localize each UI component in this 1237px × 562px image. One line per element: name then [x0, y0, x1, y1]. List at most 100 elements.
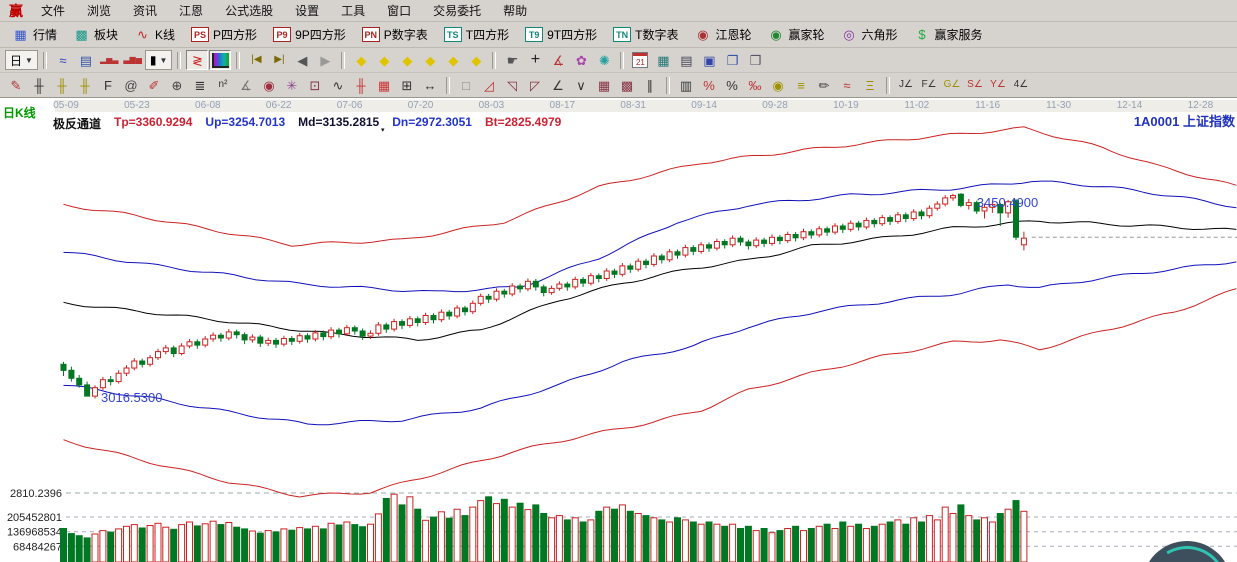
t-number-table-button[interactable]: TNT数字表: [605, 24, 686, 46]
spiral-tool-icon[interactable]: @: [120, 75, 142, 95]
gold-ruler-tool-icon[interactable]: ╫: [51, 75, 73, 95]
calculator-icon[interactable]: ▦: [652, 50, 674, 70]
gold-circle-tool-icon[interactable]: ◉: [767, 75, 789, 95]
box-fan-tool-icon[interactable]: ◹: [501, 75, 523, 95]
width-tool-icon[interactable]: ↔: [419, 75, 441, 95]
starburst-tool-icon[interactable]: ✳: [281, 75, 303, 95]
p9-square-button[interactable]: P99P四方形: [265, 24, 354, 46]
zoom-in-icon[interactable]: ◆: [465, 50, 487, 70]
p-number-table-button[interactable]: PNP数字表: [354, 24, 436, 46]
channel-line-tp: [64, 127, 1237, 246]
print-icon[interactable]: ❒: [744, 50, 766, 70]
windows-icon[interactable]: ❐: [721, 50, 743, 70]
period-select[interactable]: 日▼: [5, 50, 38, 70]
next-bar-icon[interactable]: ▶: [314, 50, 336, 70]
four-angle-tool-icon[interactable]: 4∠: [1010, 75, 1032, 95]
j-angle-tool-icon[interactable]: J∠: [895, 75, 917, 95]
ruler-tool-icon[interactable]: ╫: [28, 75, 50, 95]
expand-h-icon[interactable]: ◆: [396, 50, 418, 70]
menu-item-3[interactable]: 江恩: [168, 2, 214, 19]
f-ruler-tool-icon[interactable]: F: [97, 75, 119, 95]
grid2-tool-icon[interactable]: ▩: [616, 75, 638, 95]
rays-tool-icon[interactable]: ∠: [547, 75, 569, 95]
t-square-button[interactable]: TST四方形: [436, 24, 517, 46]
ying-angle-tool-icon[interactable]: Y∠: [987, 75, 1009, 95]
menu-item-0[interactable]: 文件: [30, 2, 76, 19]
ruler-123-tool-icon[interactable]: ⊞: [396, 75, 418, 95]
kline-chart[interactable]: 2810.2396205452801136968534684842673450.…: [0, 112, 1237, 562]
shen-angle-tool-icon[interactable]: S∠: [964, 75, 986, 95]
n-square-tool-icon[interactable]: n²: [212, 75, 234, 95]
hexagon-button[interactable]: ◎六角形: [833, 24, 906, 46]
gold-ruler2-tool-icon[interactable]: ╫: [74, 75, 96, 95]
grid-tool-icon[interactable]: ▦: [593, 75, 615, 95]
blocks-icon: ▩: [73, 27, 90, 43]
menu-item-9[interactable]: 帮助: [492, 2, 538, 19]
scale-ruler-tool-icon[interactable]: ▥: [675, 75, 697, 95]
box-rays-tool-icon[interactable]: ◸: [524, 75, 546, 95]
gold-angle-tool-icon[interactable]: G∠: [941, 75, 963, 95]
parallel-tool-icon[interactable]: ∥: [639, 75, 661, 95]
pan-left-icon[interactable]: ◆: [350, 50, 372, 70]
target-tool-icon[interactable]: ◉: [258, 75, 280, 95]
menu-item-1[interactable]: 浏览: [76, 2, 122, 19]
toolbar-draw: ✎╫╫╫F@✐⊕≣n²∡◉✳⊡∿╫▦⊞↔□◿◹◸∠∨▦▩∥▥%%‰◉≡✏≈ΞJ∠…: [0, 73, 1237, 98]
angle-a-tool-icon[interactable]: ∡: [235, 75, 257, 95]
percent-line-tool-icon[interactable]: %: [698, 75, 720, 95]
marker-tool-icon[interactable]: ✐: [143, 75, 165, 95]
menu-item-7[interactable]: 窗口: [376, 2, 422, 19]
last-bar-icon[interactable]: ▶|: [268, 50, 290, 70]
hand-tool-icon[interactable]: ☛: [501, 50, 523, 70]
calendar-icon[interactable]: 21: [629, 50, 651, 70]
p-square-button[interactable]: PSP四方形: [183, 24, 265, 46]
pencil-tool-icon[interactable]: ✏: [813, 75, 835, 95]
knot-tool-icon[interactable]: ✿: [570, 50, 592, 70]
percent-tool-icon[interactable]: %: [721, 75, 743, 95]
compress-h-icon[interactable]: ◆: [419, 50, 441, 70]
f-angle-tool-icon[interactable]: F∠: [918, 75, 940, 95]
zoom-out-icon[interactable]: ◆: [442, 50, 464, 70]
info-sheet-icon[interactable]: ▤: [75, 50, 97, 70]
candle-type-select[interactable]: ▮▼: [145, 50, 173, 70]
wave-k-tool-icon[interactable]: ∿: [327, 75, 349, 95]
first-bar-icon[interactable]: |◀: [245, 50, 267, 70]
kline-button[interactable]: ∿K线: [126, 24, 183, 46]
weave-tool-icon[interactable]: ✺: [593, 50, 615, 70]
bars-3-icon[interactable]: ▂▅▃: [98, 50, 120, 70]
ying-ruler-tool-icon[interactable]: ▦: [373, 75, 395, 95]
prev-bar-icon[interactable]: ◀: [291, 50, 313, 70]
wheel-tool-icon[interactable]: ⊕: [166, 75, 188, 95]
gold-grid-tool-icon[interactable]: Ξ: [859, 75, 881, 95]
sectors-button[interactable]: ▩板块: [65, 24, 126, 46]
crosshair-tool-icon[interactable]: +: [524, 50, 546, 70]
menu-item-6[interactable]: 工具: [330, 2, 376, 19]
wave-levels-tool-icon[interactable]: ≈: [836, 75, 858, 95]
menu-item-5[interactable]: 设置: [284, 2, 330, 19]
knife-tool-icon[interactable]: ✎: [5, 75, 27, 95]
fan-tool-icon[interactable]: ◿: [478, 75, 500, 95]
percent-levels-tool-icon[interactable]: ‰: [744, 75, 766, 95]
gann-wheel-button[interactable]: ◉江恩轮: [686, 24, 759, 46]
tick-ruler-tool-icon[interactable]: ≣: [189, 75, 211, 95]
scribble-draw-icon[interactable]: ≈: [52, 50, 74, 70]
save-icon[interactable]: ▣: [698, 50, 720, 70]
channel-caret-icon[interactable]: ▾: [381, 126, 385, 134]
winner-wheel-button[interactable]: ◉赢家轮: [759, 24, 832, 46]
rainbow-trend-icon[interactable]: [209, 50, 231, 70]
menu-item-4[interactable]: 公式选股: [214, 2, 284, 19]
shen-ruler-tool-icon[interactable]: ╫: [350, 75, 372, 95]
gold-levels-tool-icon[interactable]: ≡: [790, 75, 812, 95]
extreme-channel-icon[interactable]: ≷: [186, 50, 208, 70]
angle-pointer-icon[interactable]: ∡: [547, 50, 569, 70]
winner-service-button[interactable]: $赢家服务: [906, 24, 991, 46]
t9-square-button[interactable]: T99T四方形: [517, 24, 605, 46]
frame-tool-icon[interactable]: □: [455, 75, 477, 95]
zigzag-tool-icon[interactable]: ∨: [570, 75, 592, 95]
menu-item-8[interactable]: 交易委托: [422, 2, 492, 19]
pan-right-icon[interactable]: ◆: [373, 50, 395, 70]
quotes-button[interactable]: ▦行情: [4, 24, 65, 46]
notes-icon[interactable]: ▤: [675, 50, 697, 70]
square-spiral-tool-icon[interactable]: ⊡: [304, 75, 326, 95]
bars-9-icon[interactable]: ▃▆▅: [121, 50, 143, 70]
menu-item-2[interactable]: 资讯: [122, 2, 168, 19]
